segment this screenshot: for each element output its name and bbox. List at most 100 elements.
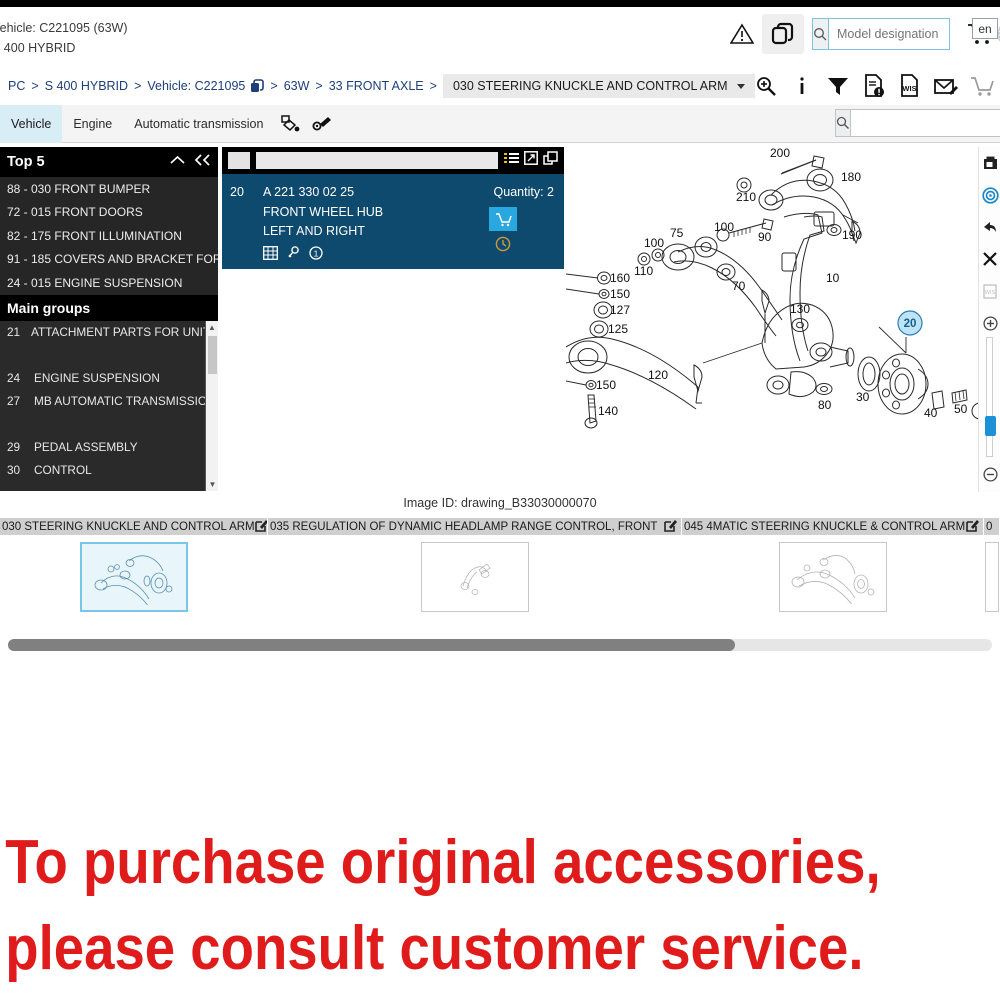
parts-search-input[interactable] (851, 110, 1000, 136)
horizontal-scrollbar[interactable] (8, 639, 992, 651)
edit-icon[interactable] (664, 519, 677, 535)
expand-icon[interactable] (524, 151, 538, 170)
thumbnail-item-next[interactable]: 0 (984, 518, 1000, 618)
thumbnail-item-035[interactable]: 035 REGULATION OF DYNAMIC HEADLAMP RANGE… (268, 518, 682, 618)
thumbnail-item-045[interactable]: 045 4MATIC STEERING KNUCKLE & CONTROL AR… (682, 518, 984, 618)
zoom-out-circle-icon[interactable] (979, 458, 1000, 490)
key-icon[interactable] (287, 245, 300, 265)
zoom-slider-knob[interactable] (985, 416, 996, 436)
paint-color-icon[interactable] (274, 105, 306, 143)
chevron-down-icon[interactable] (736, 83, 745, 89)
table-grid-icon[interactable] (263, 245, 278, 265)
vehicle-id-line: Vehicle: C221095 (63W) (0, 21, 128, 35)
top5-item-4[interactable]: 91 - 185 COVERS AND BRACKET FOR ... (0, 248, 218, 272)
thumbnail-body[interactable] (0, 535, 268, 618)
main-group-item-27[interactable]: 27 MB AUTOMATIC TRANSMISSION (0, 390, 218, 413)
thumbnail-item-030[interactable]: 030 STEERING KNUCKLE AND CONTROL ARM (0, 518, 268, 618)
zoom-in-icon[interactable] (748, 68, 784, 104)
language-badge[interactable]: en (972, 18, 998, 39)
svg-text:120: 120 (648, 368, 668, 382)
main-group-item-30[interactable]: 30 CONTROL (0, 459, 218, 482)
search-icon[interactable] (836, 110, 851, 136)
model-designation-search[interactable]: × (812, 18, 1000, 50)
main-group-number: 24 (7, 371, 21, 385)
edit-icon[interactable] (966, 519, 979, 535)
scroll-up-arrow-icon[interactable]: ▲ (206, 321, 218, 334)
main-group-item-24[interactable]: 24 ENGINE SUSPENSION (0, 367, 218, 390)
wis-document-icon[interactable]: WIS (892, 68, 928, 104)
clock-history-icon[interactable] (495, 236, 511, 257)
tab-automatic-transmission[interactable]: Automatic transmission (123, 105, 274, 143)
cart-icon[interactable] (964, 68, 1000, 104)
document-alert-icon[interactable] (856, 68, 892, 104)
add-to-cart-button[interactable] (489, 207, 517, 231)
edit-icon[interactable] (254, 519, 267, 535)
warning-triangle-icon[interactable] (722, 13, 762, 55)
scroll-down-arrow-icon[interactable]: ▼ (206, 478, 218, 491)
thumbnail-preview-selected[interactable] (80, 541, 188, 612)
tab-engine[interactable]: Engine (62, 105, 123, 143)
promo-banner-line1: To purchase original accessories, (5, 828, 881, 897)
target-icon[interactable] (979, 179, 1000, 211)
breadcrumb-item-active[interactable]: 030 STEERING KNUCKLE AND CONTROL ARM (442, 74, 755, 98)
part-card-field[interactable] (256, 152, 498, 169)
print-icon[interactable] (979, 147, 1000, 179)
copy-icon[interactable] (762, 14, 804, 54)
info-circle-icon[interactable]: 1 (309, 245, 323, 265)
svg-text:160: 160 (610, 271, 630, 285)
info-icon[interactable] (784, 68, 820, 104)
top5-item-2[interactable]: 72 - 015 FRONT DOORS (0, 201, 218, 225)
tab-vehicle[interactable]: Vehicle (0, 104, 63, 143)
wis-small-icon[interactable]: WIS (979, 275, 1000, 307)
breadcrumb-item-vehicle[interactable]: Vehicle: C221095 (147, 79, 245, 93)
part-card-body: 20 A 221 330 02 25 FRONT WHEEL HUB LEFT … (222, 174, 564, 269)
vehicle-model-line: S 400 HYBRID (0, 41, 76, 55)
svg-text:127: 127 (610, 303, 630, 317)
scrollbar-thumb[interactable] (208, 335, 217, 374)
breadcrumb-copy-icon[interactable] (250, 79, 265, 93)
main-group-number: 27 (7, 394, 21, 408)
double-chevron-left-icon[interactable] (194, 154, 211, 170)
thumbnail-header[interactable]: 0 (984, 518, 1000, 535)
zoom-in-circle-icon[interactable] (979, 307, 1000, 339)
main-groups-scrollbar[interactable]: ▲ ▼ (205, 320, 218, 491)
mail-edit-icon[interactable] (928, 68, 964, 104)
breadcrumb-item-pc[interactable]: PC (8, 79, 25, 93)
breadcrumb-separator: > (429, 79, 437, 93)
parts-drawing[interactable]: 20 200 180 210 100 90 75 190 100 110 160 150 1… (566, 147, 1000, 492)
list-view-icon[interactable] (504, 152, 519, 170)
top5-controls (170, 154, 211, 170)
undo-icon[interactable] (979, 211, 1000, 243)
parts-search[interactable]: × (835, 109, 1000, 137)
thumbnail-header[interactable]: 045 4MATIC STEERING KNUCKLE & CONTROL AR… (682, 518, 984, 535)
chevron-up-icon[interactable] (170, 154, 185, 170)
trim-code-icon[interactable] (306, 105, 338, 143)
top5-item-3[interactable]: 82 - 175 FRONT ILLUMINATION (0, 224, 218, 248)
copy-icon[interactable] (543, 151, 558, 170)
main-group-item-21[interactable]: 21 ATTACHMENT PARTS FOR UNITS (0, 321, 218, 344)
scrollbar-thumb[interactable] (8, 639, 735, 651)
top5-item-1[interactable]: 88 - 030 FRONT BUMPER (0, 177, 218, 201)
breadcrumb-item-group[interactable]: 33 FRONT AXLE (329, 79, 424, 93)
breadcrumb-item-model[interactable]: S 400 HYBRID (45, 79, 128, 93)
thumbnail-body[interactable] (984, 535, 1000, 618)
breadcrumb-item-code[interactable]: 63W (284, 79, 310, 93)
part-card-selector[interactable] (228, 152, 250, 169)
thumbnail-preview[interactable] (421, 541, 529, 612)
thumbnail-label: 030 STEERING KNUCKLE AND CONTROL ARM (2, 520, 255, 533)
main-group-label: ATTACHMENT PARTS FOR UNITS (30, 325, 218, 339)
thumbnail-preview[interactable] (779, 541, 887, 612)
thumbnail-body[interactable] (268, 535, 682, 618)
svg-text:70: 70 (732, 279, 746, 293)
thumbnail-preview[interactable] (985, 541, 999, 612)
filter-icon[interactable] (820, 68, 856, 104)
main-group-item-29[interactable]: 29 PEDAL ASSEMBLY (0, 436, 218, 459)
thumbnail-body[interactable] (682, 535, 984, 618)
main-group-number: 21 (7, 325, 21, 339)
thumbnail-header[interactable]: 035 REGULATION OF DYNAMIC HEADLAMP RANGE… (268, 518, 682, 535)
search-icon[interactable] (813, 19, 829, 49)
zoom-slider[interactable] (985, 337, 996, 457)
thumbnail-header[interactable]: 030 STEERING KNUCKLE AND CONTROL ARM (0, 518, 268, 535)
top5-item-5[interactable]: 24 - 015 ENGINE SUSPENSION (0, 271, 218, 295)
close-x-icon[interactable] (979, 243, 1000, 275)
